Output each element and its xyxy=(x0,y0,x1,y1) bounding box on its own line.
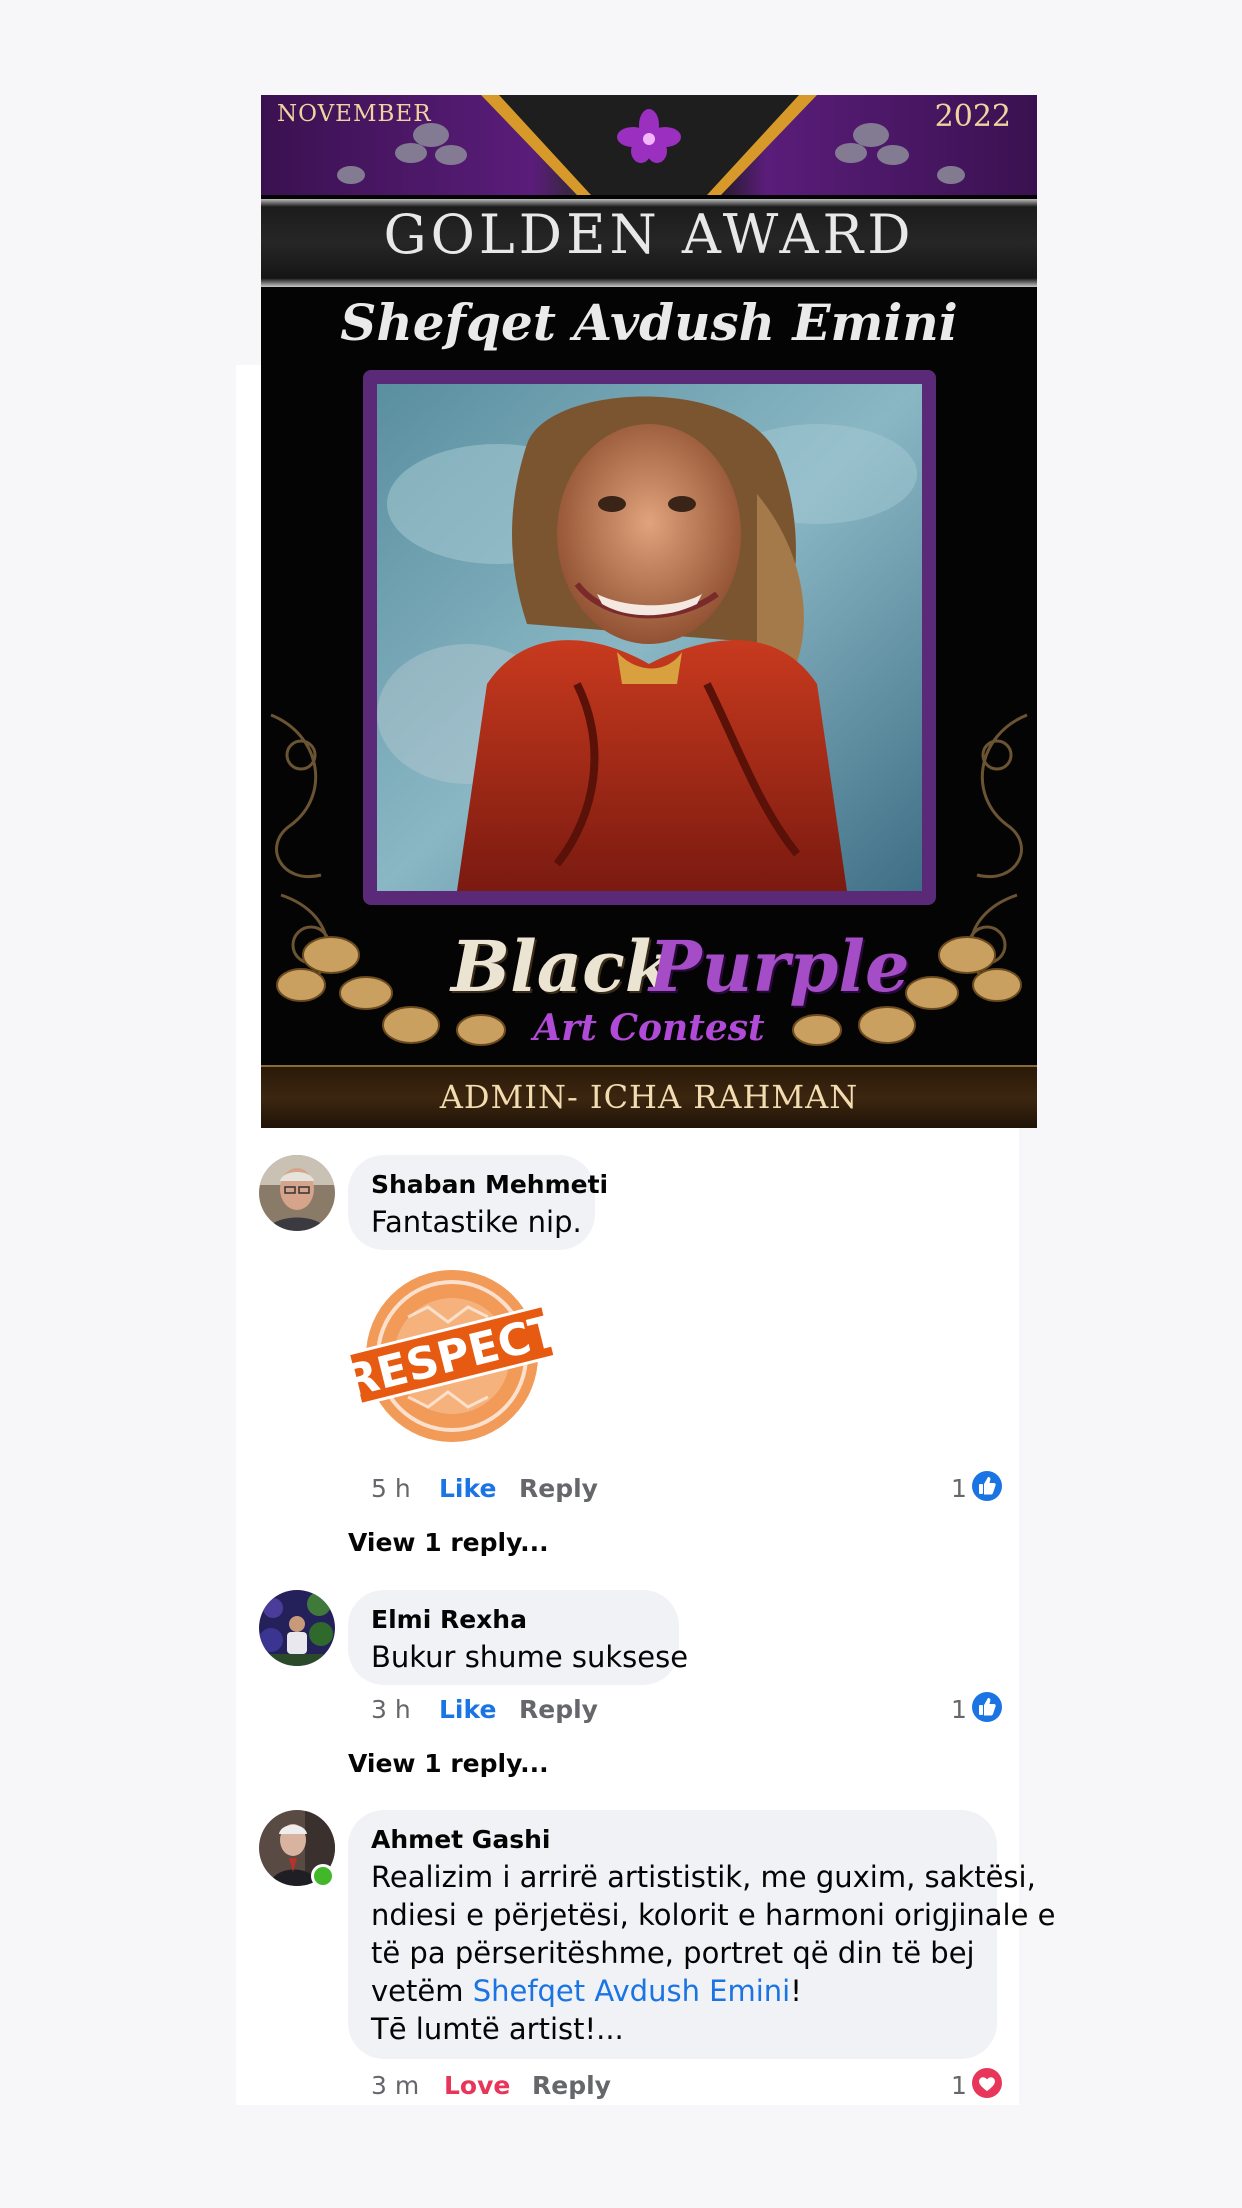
reaction-count[interactable]: 1 xyxy=(951,1695,967,1724)
poster-year: 2022 xyxy=(934,99,1011,134)
comment-text-fragment: ! xyxy=(790,1974,802,2008)
reply-button[interactable]: Reply xyxy=(519,1695,598,1724)
award-poster-image[interactable]: NOVEMBER 2022 GOLDEN AWARD Shefqet Avdus… xyxy=(261,95,1037,1128)
reaction-count[interactable]: 1 xyxy=(951,1474,967,1503)
reply-button[interactable]: Reply xyxy=(532,2071,611,2100)
comment-text-fragment: vetëm xyxy=(371,1974,473,2008)
like-icon[interactable] xyxy=(971,1691,1003,1723)
love-icon[interactable] xyxy=(971,2067,1003,2099)
online-status-indicator xyxy=(311,1864,335,1888)
poster-admin: ADMIN- ICHA RAHMAN xyxy=(439,1078,859,1116)
comment-text-line: Realizim i arrirë artististik, me guxim,… xyxy=(371,1860,1036,1894)
brand-word-black: Black xyxy=(451,925,674,1008)
reply-button[interactable]: Reply xyxy=(519,1474,598,1503)
love-button[interactable]: Love xyxy=(444,2071,510,2100)
respect-sticker: RESPECT xyxy=(348,1270,554,1442)
mention-link[interactable]: Shefqet Avdush Emini xyxy=(473,1974,791,2008)
like-icon[interactable] xyxy=(971,1470,1003,1502)
comment-time: 5 h xyxy=(371,1474,411,1503)
comment-text: Bukur shume suksese xyxy=(371,1640,689,1674)
view-replies-link[interactable]: View 1 reply... xyxy=(348,1749,549,1778)
brand-subtitle: Art Contest xyxy=(533,1007,765,1049)
reaction-count[interactable]: 1 xyxy=(951,2071,967,2100)
comment-text-line: të pa përseritëshme, portret që din të b… xyxy=(371,1936,975,1970)
comment-time: 3 m xyxy=(371,2071,420,2100)
avatar[interactable] xyxy=(259,1155,335,1231)
portrait-painting xyxy=(377,384,922,891)
comment-text: Fantastike nip. xyxy=(371,1205,582,1239)
commenter-name[interactable]: Elmi Rexha xyxy=(371,1605,527,1634)
view-replies-link[interactable]: View 1 reply... xyxy=(348,1528,549,1557)
commenter-name[interactable]: Shaban Mehmeti xyxy=(371,1170,608,1199)
avatar[interactable] xyxy=(259,1590,335,1666)
like-button[interactable]: Like xyxy=(439,1474,496,1503)
painting-frame xyxy=(363,370,936,905)
poster-month: NOVEMBER xyxy=(277,101,432,127)
poster-title: GOLDEN AWARD xyxy=(383,203,915,266)
comment-text-line: Tē lumtë artist!... xyxy=(371,2012,624,2046)
comment-time: 3 h xyxy=(371,1695,411,1724)
avatar-photo-icon xyxy=(259,1590,335,1666)
like-button[interactable]: Like xyxy=(439,1695,496,1724)
brand-word-purple: Purple xyxy=(649,925,910,1008)
poster-artist-name: Shefqet Avdush Emini xyxy=(340,293,958,352)
comment-text-line: vetëm Shefqet Avdush Emini! xyxy=(371,1972,802,2010)
comment-text-line: ndiesi e përjetësi, kolorit e harmoni or… xyxy=(371,1898,1056,1932)
avatar-photo-icon xyxy=(259,1155,335,1231)
commenter-name[interactable]: Ahmet Gashi xyxy=(371,1825,550,1854)
